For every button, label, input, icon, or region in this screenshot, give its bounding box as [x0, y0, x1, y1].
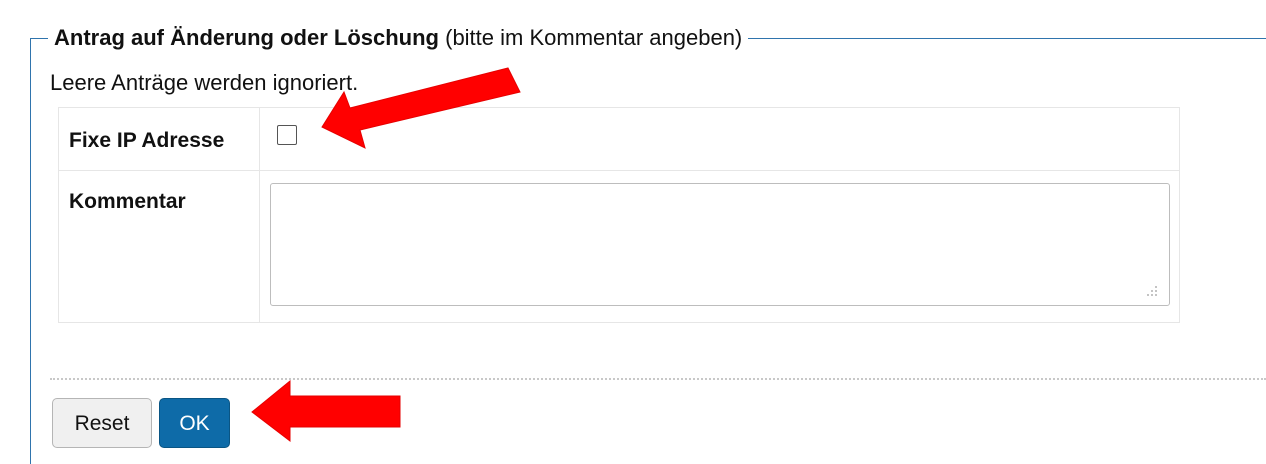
fixed-ip-label: Fixe IP Adresse [69, 129, 225, 152]
table-divider-horizontal [59, 170, 1179, 171]
legend-hint: (bitte im Kommentar angeben) [439, 25, 743, 50]
comment-textarea[interactable] [270, 183, 1170, 306]
reset-button[interactable]: Reset [52, 398, 152, 448]
button-separator [50, 378, 1266, 380]
form-table: Fixe IP Adresse Kommentar [58, 107, 1180, 323]
fixed-ip-checkbox[interactable] [277, 125, 297, 145]
request-form-page: Antrag auf Änderung oder Löschung (bitte… [0, 0, 1266, 464]
table-divider-vertical [259, 108, 260, 322]
redaction-patch [832, 56, 1208, 98]
arrow-to-ok-button-icon [251, 379, 401, 443]
comment-label: Kommentar [69, 190, 186, 213]
fieldset-legend: Antrag auf Änderung oder Löschung (bitte… [48, 25, 749, 51]
fieldset-border-left [30, 38, 31, 464]
resize-grip-icon[interactable] [1146, 285, 1158, 297]
legend-title: Antrag auf Änderung oder Löschung [54, 25, 439, 50]
ok-button[interactable]: OK [159, 398, 230, 448]
info-text: Leere Anträge werden ignoriert. [50, 70, 359, 95]
